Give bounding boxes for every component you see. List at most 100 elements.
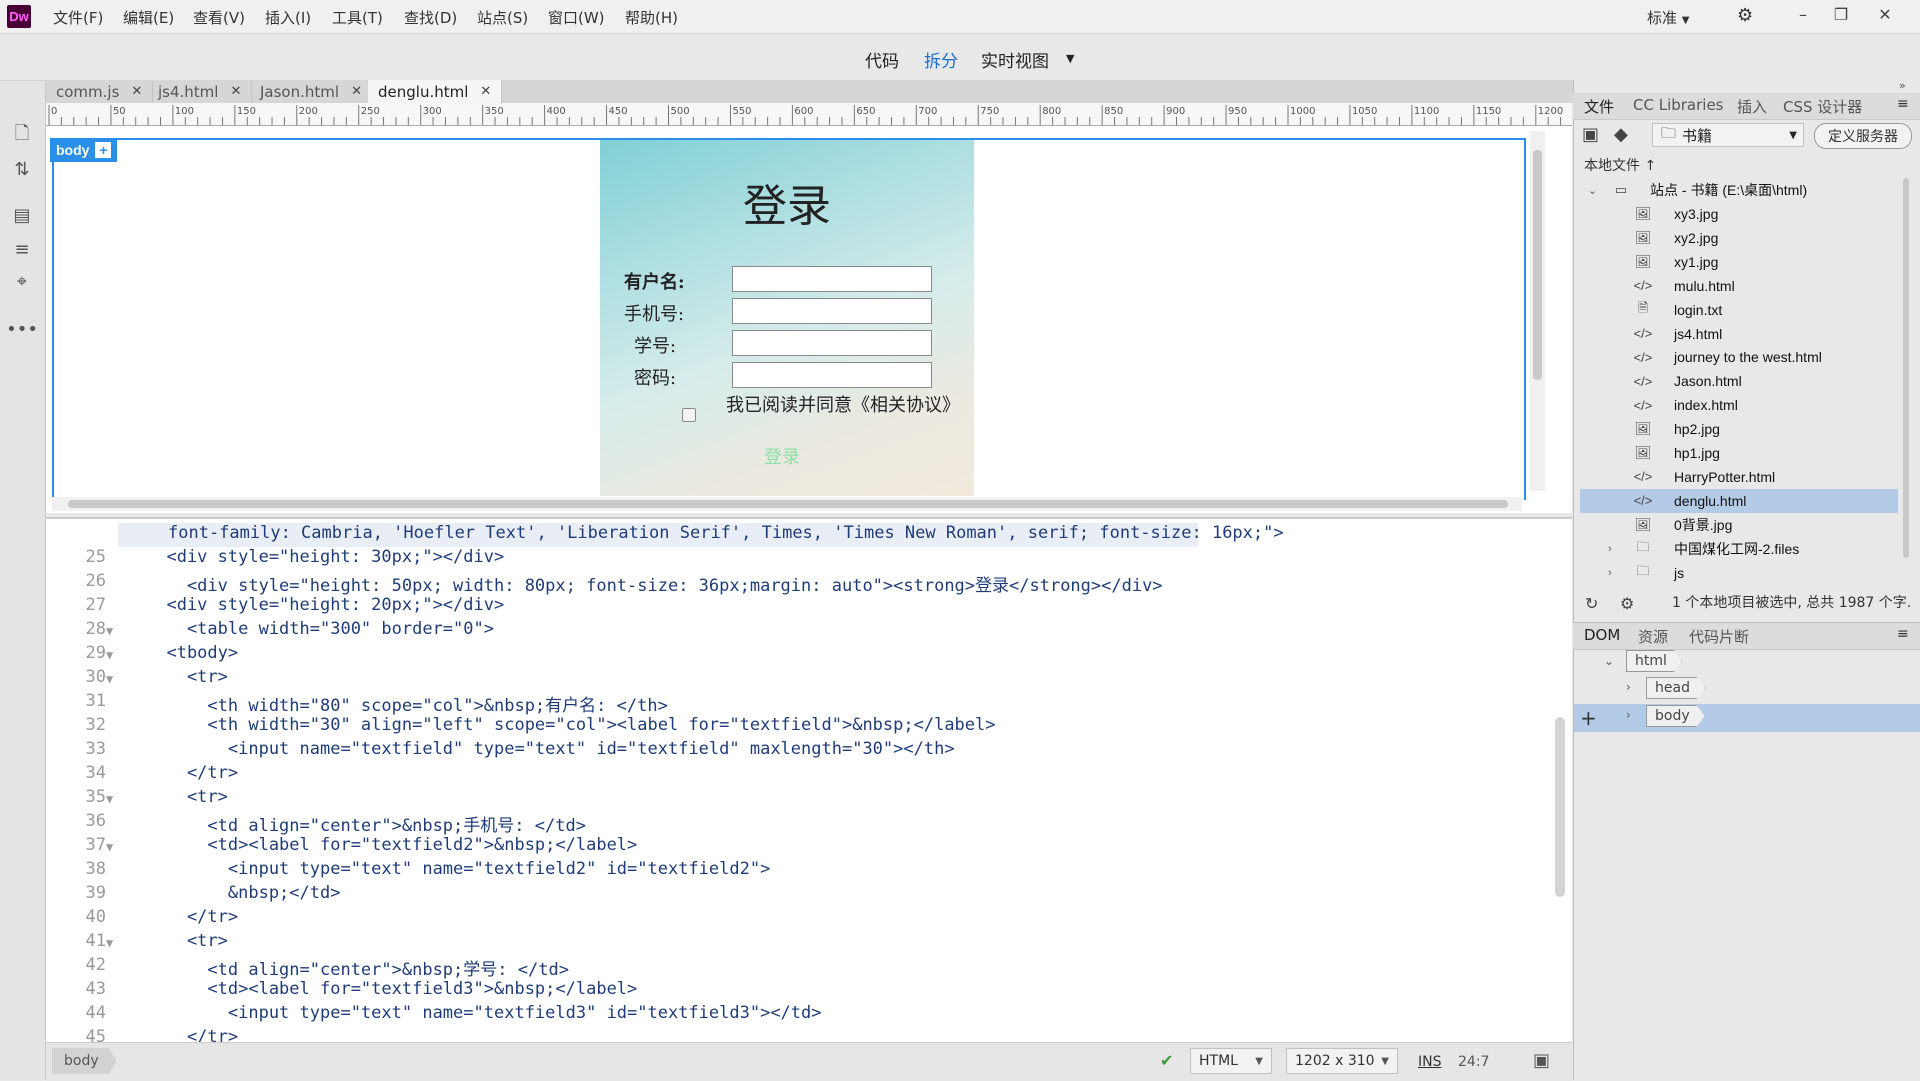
chevron-right-icon[interactable]: › — [1626, 708, 1631, 722]
code-line[interactable]: 27 <div style="height: 20px;"></div> — [46, 595, 1546, 619]
tab-assets[interactable]: 资源 — [1638, 626, 1668, 647]
dom-node-body[interactable]: body — [1646, 705, 1705, 727]
code-line[interactable]: 36 <td align="center">&nbsp;手机号: </td> — [46, 811, 1546, 836]
file-item[interactable]: </> denglu.html — [1580, 488, 1898, 513]
live-view-button[interactable]: 实时视图 — [981, 47, 1049, 72]
tab-denglu-html[interactable]: denglu.html ✕ — [368, 80, 503, 103]
chevron-down-icon[interactable]: ▼ — [1066, 52, 1074, 65]
code-line[interactable]: 41 ▼ <tr> — [46, 931, 1546, 955]
close-icon[interactable]: ✕ — [131, 84, 142, 99]
files-scroll-thumb[interactable] — [1903, 178, 1909, 558]
code-line[interactable]: 38 <input type="text" name="textfield2" … — [46, 859, 1546, 883]
tag-selector-body[interactable]: body — [52, 1048, 117, 1074]
tab-snippets[interactable]: 代码片断 — [1689, 626, 1749, 647]
file-item[interactable]: 🖼 0背景.jpg — [1580, 513, 1898, 537]
collapse-panel-icon[interactable]: » — [1899, 79, 1906, 92]
code-line[interactable]: 37 ▼ <td><label for="textfield2">&nbsp;</… — [46, 835, 1546, 859]
menu-insert[interactable]: 插入(I) — [265, 7, 311, 28]
body-element-tag[interactable]: body + — [50, 138, 118, 162]
file-item[interactable]: </> mulu.html — [1580, 274, 1898, 298]
file-item[interactable]: 🖼 xy3.jpg — [1580, 202, 1898, 226]
username-field[interactable] — [732, 266, 932, 292]
define-server-button[interactable]: 定义服务器 — [1814, 123, 1912, 149]
code-line[interactable]: 34 </tr> — [46, 763, 1546, 787]
file-item[interactable]: › 🗀 中国煤化工网-2.files — [1580, 537, 1898, 561]
file-icon[interactable]: 🗋 — [10, 123, 34, 148]
git-icon[interactable]: ◆ — [1614, 124, 1628, 145]
minimize-icon[interactable]: – — [1788, 2, 1818, 26]
dom-node-html[interactable]: html — [1626, 650, 1682, 672]
menu-site[interactable]: 站点(S) — [477, 7, 528, 28]
site-settings-icon[interactable]: ⚙ — [1620, 594, 1634, 613]
file-item[interactable]: 🖼 hp2.jpg — [1580, 417, 1898, 441]
code-line[interactable]: 25 <div style="height: 30px;"></div> — [46, 547, 1546, 571]
menu-edit[interactable]: 编辑(E) — [123, 7, 174, 28]
file-item[interactable]: 🗎 login.txt — [1580, 298, 1898, 322]
local-files-header[interactable]: 本地文件 ↑ — [1584, 155, 1656, 175]
code-line[interactable]: 45 </tr> — [46, 1027, 1546, 1043]
close-icon[interactable]: ✕ — [480, 84, 491, 99]
window-size-select[interactable]: 1202 x 310 ▼ — [1286, 1048, 1398, 1074]
tab-jason-html[interactable]: Jason.html ✕ — [250, 80, 373, 103]
password-field[interactable] — [732, 362, 932, 388]
chevron-right-icon[interactable]: › — [1608, 543, 1612, 555]
add-icon[interactable]: + — [95, 142, 112, 158]
format-icon[interactable]: ≡ — [10, 237, 34, 261]
code-line[interactable]: 39 &nbsp;</td> — [46, 883, 1546, 907]
menu-help[interactable]: 帮助(H) — [625, 7, 678, 28]
code-line[interactable]: 42 <td align="center">&nbsp;学号: </td> — [46, 955, 1546, 980]
code-line[interactable]: 43 <td><label for="textfield3">&nbsp;</l… — [46, 979, 1546, 1003]
menu-file[interactable]: 文件(F) — [53, 7, 103, 28]
tab-insert[interactable]: 插入 — [1737, 96, 1767, 117]
menu-window[interactable]: 窗口(W) — [548, 7, 605, 28]
refresh-icon[interactable]: ↻ — [1585, 594, 1598, 613]
code-view[interactable]: font-family: Cambria, 'Hoefler Text', 'L… — [46, 517, 1572, 1043]
workspace-switcher[interactable]: 标准 ▼ — [1647, 7, 1690, 28]
target-icon[interactable]: ⌖ — [10, 269, 34, 293]
chevron-down-icon[interactable]: ⌄ — [1588, 184, 1597, 197]
phone-field[interactable] — [732, 298, 932, 324]
code-line[interactable]: font-family: Cambria, 'Hoefler Text', 'L… — [118, 523, 1284, 547]
tab-files[interactable]: 文件 — [1584, 96, 1614, 117]
more-icon[interactable]: ••• — [6, 317, 38, 341]
preview-icon[interactable]: ▣ — [1533, 1050, 1550, 1071]
split-view-button[interactable]: 拆分 — [924, 47, 958, 72]
menu-view[interactable]: 查看(V) — [193, 7, 245, 28]
close-icon[interactable]: ✕ — [351, 84, 362, 99]
file-item[interactable]: </> HarryPotter.html — [1580, 465, 1898, 489]
tab-dom[interactable]: DOM — [1584, 626, 1620, 644]
tab-js4-html[interactable]: js4.html ✕ — [148, 80, 253, 103]
add-icon[interactable]: + — [1580, 706, 1597, 730]
file-item[interactable]: </> index.html — [1580, 393, 1898, 417]
fold-icon[interactable]: ▼ — [106, 792, 113, 806]
close-icon[interactable]: ✕ — [1870, 2, 1900, 26]
menu-tools[interactable]: 工具(T) — [332, 7, 383, 28]
fold-icon[interactable]: ▼ — [106, 840, 113, 854]
file-item[interactable]: 🖼 hp1.jpg — [1580, 441, 1898, 465]
code-line[interactable]: 31 <th width="80" scope="col">&nbsp;有户名:… — [46, 691, 1546, 716]
close-icon[interactable]: ✕ — [230, 84, 241, 99]
site-root[interactable]: ⌄ ▭ 站点 - 书籍 (E:\桌面\html) — [1580, 178, 1898, 202]
code-line[interactable]: 40 </tr> — [46, 907, 1546, 931]
file-item[interactable]: 🖼 xy2.jpg — [1580, 226, 1898, 250]
chevron-right-icon[interactable]: › — [1626, 680, 1631, 694]
site-select[interactable]: 🗀 书籍 ▼ — [1652, 123, 1804, 147]
chevron-down-icon[interactable]: ⌄ — [1604, 654, 1614, 668]
code-line[interactable]: 26 <div style="height: 50px; width: 80px… — [46, 571, 1546, 596]
fold-icon[interactable]: ▼ — [106, 936, 113, 950]
login-submit-button[interactable]: 登录 — [764, 443, 800, 469]
doctype-select[interactable]: HTML ▼ — [1190, 1048, 1272, 1074]
file-item[interactable]: 🖼 xy1.jpg — [1580, 250, 1898, 274]
agree-checkbox[interactable] — [682, 408, 696, 422]
code-line[interactable]: 29 ▼ <tbody> — [46, 643, 1546, 667]
fold-icon[interactable]: ▼ — [106, 672, 113, 686]
student-id-field[interactable] — [732, 330, 932, 356]
restore-icon[interactable]: ❐ — [1826, 2, 1856, 26]
code-line[interactable]: 28 ▼ <table width="300" border="0"> — [46, 619, 1546, 643]
design-vertical-scroll-thumb[interactable] — [1533, 150, 1542, 380]
code-view-button[interactable]: 代码 — [865, 47, 899, 72]
tab-cc-libraries[interactable]: CC Libraries — [1633, 96, 1724, 114]
connect-icon[interactable]: ▣ — [1582, 124, 1599, 145]
file-item[interactable]: </> Jason.html — [1580, 369, 1898, 393]
code-line[interactable]: 35 ▼ <tr> — [46, 787, 1546, 811]
